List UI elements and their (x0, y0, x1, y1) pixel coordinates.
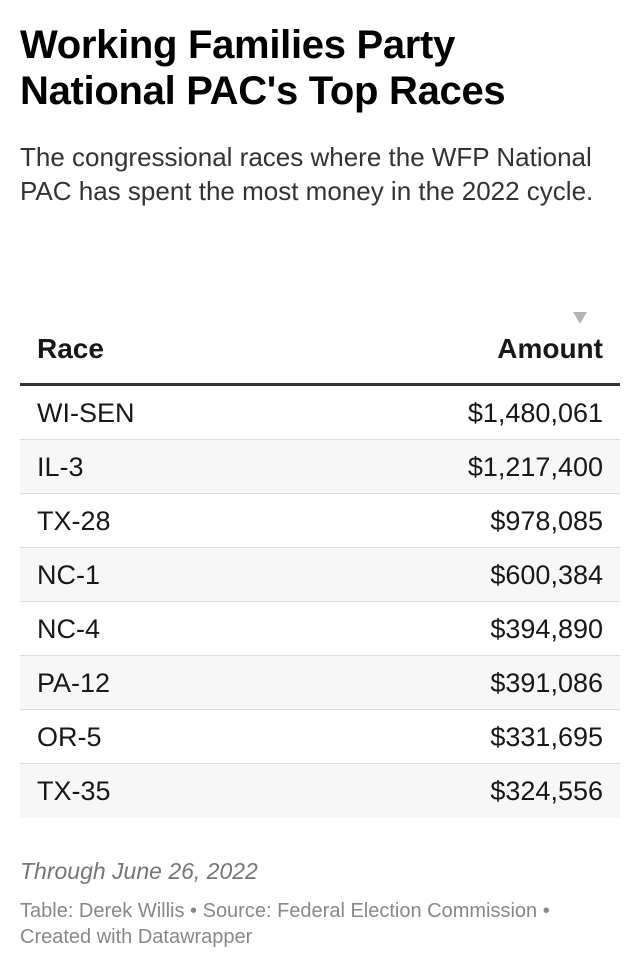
cell-amount: $394,890 (490, 614, 603, 644)
table-row: TX-28 $978,085 (20, 494, 620, 548)
sort-down-icon[interactable] (573, 312, 587, 324)
footer-credits-line: Table: Derek Willis • Source: Federal El… (20, 900, 550, 922)
cell-amount: $978,085 (490, 506, 603, 536)
data-table: Race Amount WI-SEN $1,480,061 IL-3 $1,217,4… (20, 306, 620, 818)
cell-race: IL-3 (37, 452, 84, 482)
chart-notes: Through June 26, 2022 (20, 858, 258, 884)
column-header-race[interactable]: Race (37, 333, 104, 365)
table-row: IL-3 $1,217,400 (20, 440, 620, 494)
table-row: WI-SEN $1,480,061 (20, 386, 620, 440)
chart-subtitle: The congressional races where the WFP Na… (20, 142, 594, 206)
cell-amount: $1,217,400 (467, 452, 603, 482)
table-header: Race Amount (20, 306, 620, 386)
cell-race: TX-28 (37, 506, 111, 536)
cell-amount: $600,384 (490, 560, 603, 590)
chart-title: Working Families Party National PAC's To… (20, 23, 506, 113)
cell-amount: $324,556 (490, 776, 603, 806)
cell-race: OR-5 (37, 722, 102, 752)
footer-datawrapper-line: Created with Datawrapper (20, 926, 253, 948)
table-row: PA-12 $391,086 (20, 656, 620, 710)
table-row: OR-5 $331,695 (20, 710, 620, 764)
column-header-amount[interactable]: Amount (497, 333, 603, 365)
table-row: NC-4 $394,890 (20, 602, 620, 656)
cell-race: WI-SEN (37, 398, 135, 428)
table-body: WI-SEN $1,480,061 IL-3 $1,217,400 TX-28 $978,… (20, 386, 620, 818)
cell-race: NC-1 (37, 560, 101, 590)
cell-amount: $391,086 (490, 668, 603, 698)
chart-footer: Table: Derek Willis • Source: Federal El… (20, 898, 620, 950)
chart-container: Working Families Party National PAC's To… (0, 0, 640, 970)
cell-race: TX-35 (37, 776, 111, 806)
cell-amount: $331,695 (490, 722, 603, 752)
table-row: TX-35 $324,556 (20, 764, 620, 818)
cell-amount: $1,480,061 (467, 398, 603, 428)
cell-race: NC-4 (37, 614, 101, 644)
cell-race: PA-12 (37, 668, 111, 698)
table-row: NC-1 $600,384 (20, 548, 620, 602)
